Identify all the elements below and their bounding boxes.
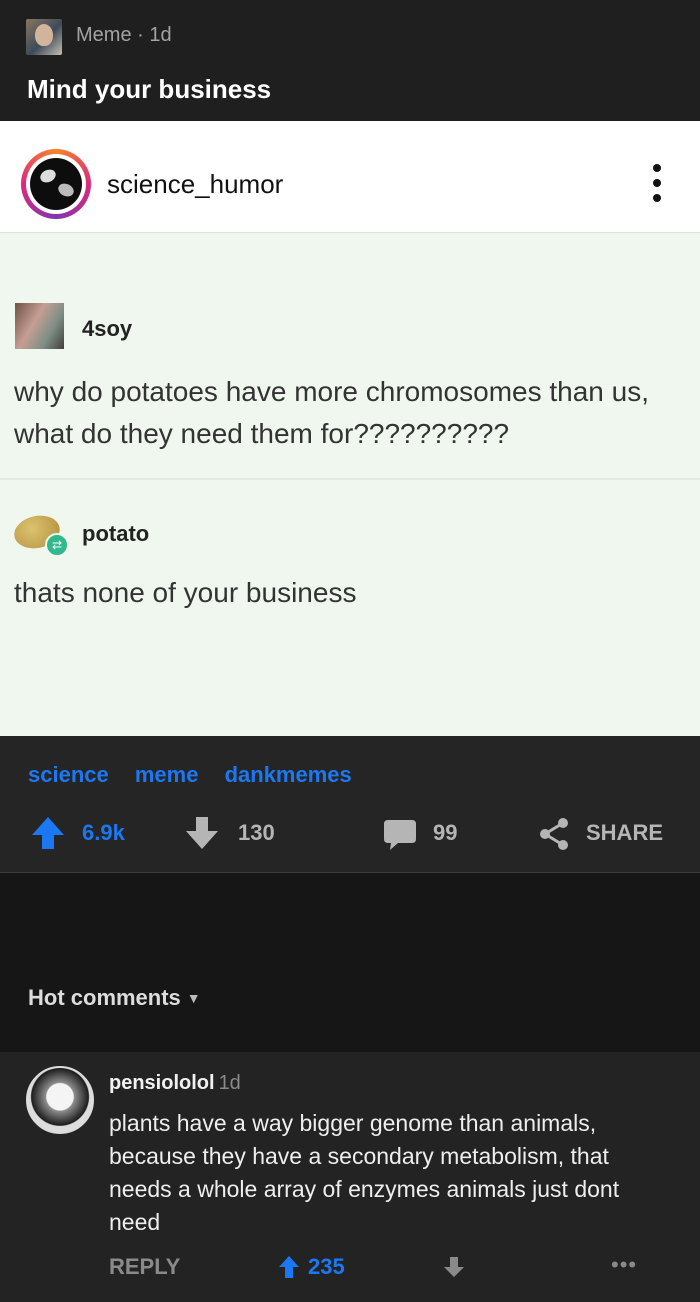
comment-item: pensiololol 1d plants have a way bigger g… [0, 1052, 700, 1302]
comment-count: 99 [433, 820, 458, 845]
comment-downvote-icon[interactable] [443, 1256, 465, 1278]
post-age: 1d [149, 24, 172, 46]
upvote-count: 6.9k [82, 820, 125, 845]
action-bar: 6.9k 130 99 SHARE [0, 814, 700, 854]
downvote-arrow-icon[interactable] [184, 816, 220, 850]
comment-text: plants have a way bigger genome than ani… [109, 1110, 620, 1235]
tag-science[interactable]: science [28, 762, 109, 787]
comment-header: pensiololol 1d [109, 1072, 241, 1095]
tag-list: science meme dankmemes [28, 762, 372, 788]
caret-down-icon: ▼ [186, 990, 201, 1006]
upvote-arrow-icon[interactable] [30, 816, 66, 850]
post-header: Meme · 1d Mind your business [0, 0, 700, 121]
comment-upvote-count: 235 [308, 1254, 345, 1279]
tumblr-divider [0, 478, 700, 480]
post-title: Mind your business [27, 74, 272, 104]
comments-sort[interactable]: Hot comments ▼ [0, 977, 700, 1052]
comment-age: 1d [218, 1072, 241, 1094]
share-icon[interactable] [536, 816, 572, 852]
section-name[interactable]: Meme [76, 24, 132, 46]
tumblr-avatar-potato: ⇄ [11, 511, 69, 557]
more-horiz-icon[interactable]: ••• [611, 1252, 637, 1278]
spacer [0, 873, 700, 977]
reblog-icon: ⇄ [45, 533, 69, 557]
tumblr-username-1: 4soy [82, 316, 133, 341]
tag-meme[interactable]: meme [135, 762, 199, 787]
instagram-avatar [21, 149, 91, 219]
downvote-count: 130 [238, 820, 275, 845]
meta-separator: · [137, 24, 150, 46]
more-vert-icon [652, 164, 662, 202]
instagram-header: science_humor [0, 121, 700, 233]
comment-bubble-icon[interactable] [382, 817, 418, 851]
tumblr-post-text-1: why do potatoes have more chromosomes th… [14, 376, 650, 449]
tumblr-screenshot: 4soy why do potatoes have more chromosom… [0, 233, 700, 736]
commenter-username[interactable]: pensiololol [109, 1072, 215, 1094]
comment-upvote-icon[interactable] [278, 1255, 300, 1279]
tag-dankmemes[interactable]: dankmemes [225, 762, 352, 787]
comments-sort-label[interactable]: Hot comments [28, 985, 181, 1010]
share-button[interactable]: SHARE [586, 820, 663, 846]
reply-button[interactable]: REPLY [109, 1254, 180, 1280]
commenter-avatar[interactable] [26, 1066, 94, 1134]
instagram-username: science_humor [107, 169, 284, 199]
tumblr-avatar-4soy [15, 303, 64, 349]
section-avatar[interactable] [26, 19, 62, 55]
tumblr-username-2: potato [82, 521, 150, 546]
post-meta: Meme · 1d [76, 24, 172, 47]
tumblr-post-text-2: thats none of your business [14, 577, 357, 608]
post-actions: science meme dankmemes 6.9k 130 99 SHARE [0, 736, 700, 873]
